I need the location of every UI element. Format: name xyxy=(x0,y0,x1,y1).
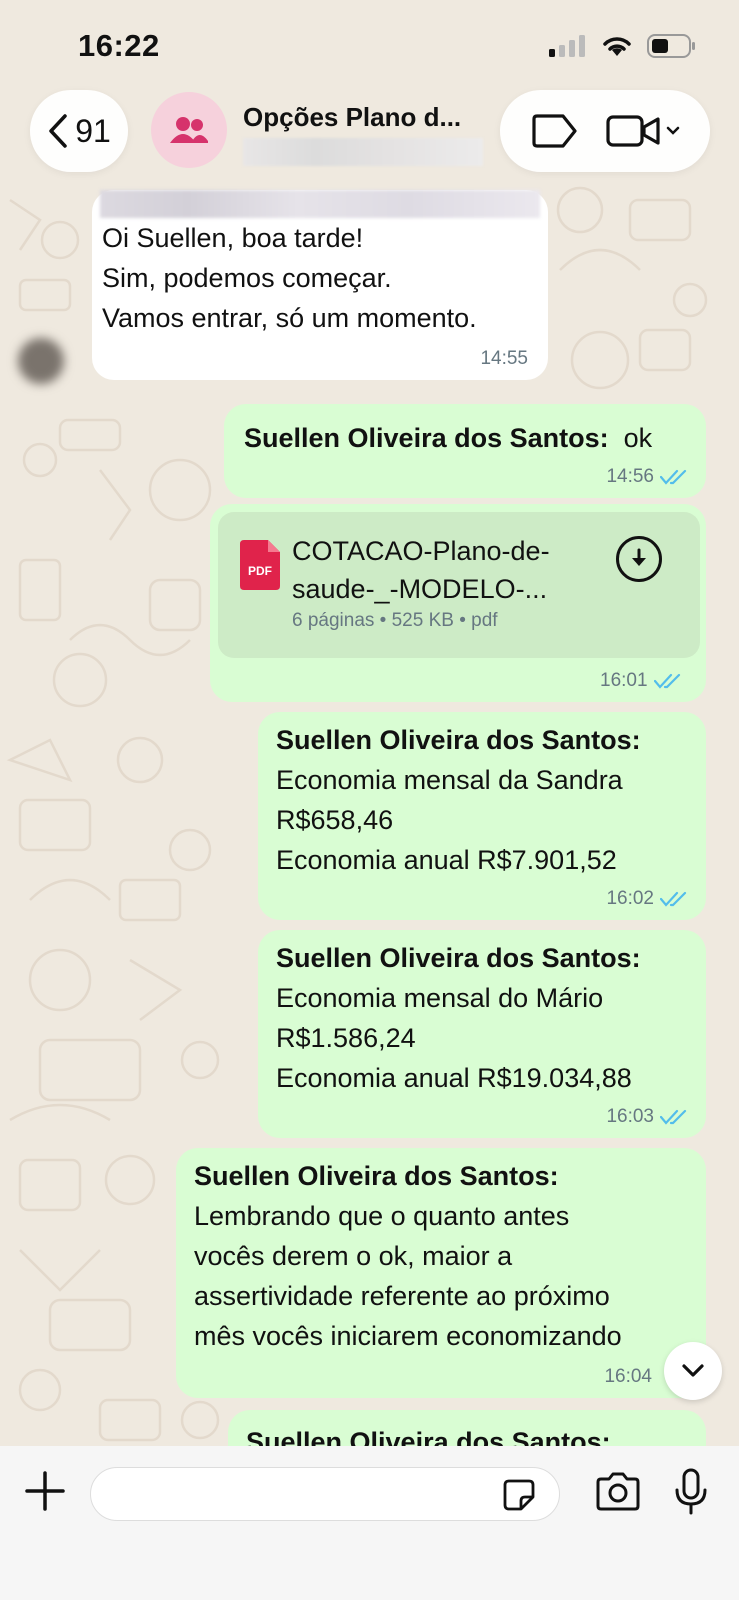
status-time: 16:22 xyxy=(78,28,160,63)
battery-icon xyxy=(647,34,695,58)
message-text: ok xyxy=(623,423,653,453)
read-ticks-icon xyxy=(660,1109,687,1125)
group-avatar[interactable] xyxy=(151,92,227,168)
read-ticks-icon xyxy=(653,673,680,689)
message-line: Economia mensal da Sandra xyxy=(276,765,623,795)
signal-icon xyxy=(549,35,585,57)
document-meta: 6 páginas • 525 KB • pdf xyxy=(292,610,498,631)
message-line: Lembrando que o quanto antes xyxy=(194,1201,570,1231)
outgoing-message[interactable]: Suellen Oliveira dos Santos: ok 14:56 xyxy=(224,404,706,498)
message-input-box[interactable] xyxy=(90,1467,560,1521)
outgoing-message[interactable]: Suellen Oliveira dos Santos: Economia me… xyxy=(258,712,706,920)
message-time: 16:03 xyxy=(606,1106,688,1128)
download-arrow-icon xyxy=(632,548,646,566)
message-time: 16:04 xyxy=(604,1366,652,1387)
message-input[interactable] xyxy=(111,1468,495,1520)
unread-count: 91 xyxy=(75,112,111,149)
chevron-left-icon xyxy=(49,114,67,148)
sender-name: Suellen Oliveira dos Santos: xyxy=(276,725,641,755)
sender-avatar xyxy=(18,338,64,384)
redacted-sender xyxy=(100,190,540,218)
sender-name: Suellen Oliveira dos Santos: xyxy=(276,943,641,973)
label-icon[interactable] xyxy=(530,113,578,149)
pdf-file-icon: PDF xyxy=(240,540,280,590)
outgoing-message[interactable]: Suellen Oliveira dos Santos: Economia me… xyxy=(258,930,706,1138)
plus-icon[interactable] xyxy=(24,1470,66,1512)
message-line: Economia anual R$19.034,88 xyxy=(276,1063,632,1093)
sender-name: Suellen Oliveira dos Santos: xyxy=(244,423,609,453)
read-ticks-icon xyxy=(660,469,687,485)
message-line: mês vocês iniciarem economizando xyxy=(194,1321,622,1351)
message-line: assertividade referente ao próximo xyxy=(194,1281,610,1311)
back-button[interactable]: 91 xyxy=(30,90,128,172)
read-ticks-icon xyxy=(660,891,687,907)
group-icon xyxy=(170,117,208,143)
message-line: R$1.586,24 xyxy=(276,1023,416,1053)
chevron-down-icon xyxy=(666,126,680,135)
sender-name: Suellen Oliveira dos Santos: xyxy=(194,1161,559,1191)
chat-title[interactable]: Opções Plano d... xyxy=(243,102,461,133)
message-time: 16:01 xyxy=(600,670,682,692)
message-time: 16:02 xyxy=(606,888,688,910)
video-camera-icon xyxy=(606,115,660,147)
message-line: vocês derem o ok, maior a xyxy=(194,1241,513,1271)
microphone-icon[interactable] xyxy=(674,1468,708,1516)
incoming-message[interactable]: Oi Suellen, boa tarde! Sim, podemos come… xyxy=(92,190,548,380)
message-line: Vamos entrar, só um momento. xyxy=(102,303,477,333)
document-name: COTACAO-Plano-de- saude-_-MODELO-... xyxy=(292,536,550,604)
camera-icon[interactable] xyxy=(594,1472,642,1512)
document-card[interactable]: PDF COTACAO-Plano-de- saude-_-MODELO-...… xyxy=(218,512,700,658)
message-line: Sim, podemos começar. xyxy=(102,263,392,293)
video-call-button[interactable] xyxy=(606,113,680,149)
message-time: 14:55 xyxy=(480,348,528,369)
chevron-down-icon xyxy=(682,1364,704,1377)
message-line: Economia anual R$7.901,52 xyxy=(276,845,617,875)
redacted-subtitle xyxy=(243,138,483,166)
status-icons xyxy=(549,34,697,58)
download-button[interactable] xyxy=(616,536,662,582)
wifi-icon xyxy=(603,37,631,56)
svg-text:PDF: PDF xyxy=(248,564,272,578)
message-time: 14:56 xyxy=(606,466,688,488)
outgoing-message[interactable]: Suellen Oliveira dos Santos: Lembrando q… xyxy=(176,1148,706,1398)
header-actions xyxy=(500,90,710,172)
scroll-to-bottom-button[interactable] xyxy=(664,1342,722,1400)
message-line: Economia mensal do Mário xyxy=(276,983,604,1013)
message-line: R$658,46 xyxy=(276,805,394,835)
sticker-icon[interactable] xyxy=(503,1479,535,1511)
message-line: Oi Suellen, boa tarde! xyxy=(102,223,364,253)
